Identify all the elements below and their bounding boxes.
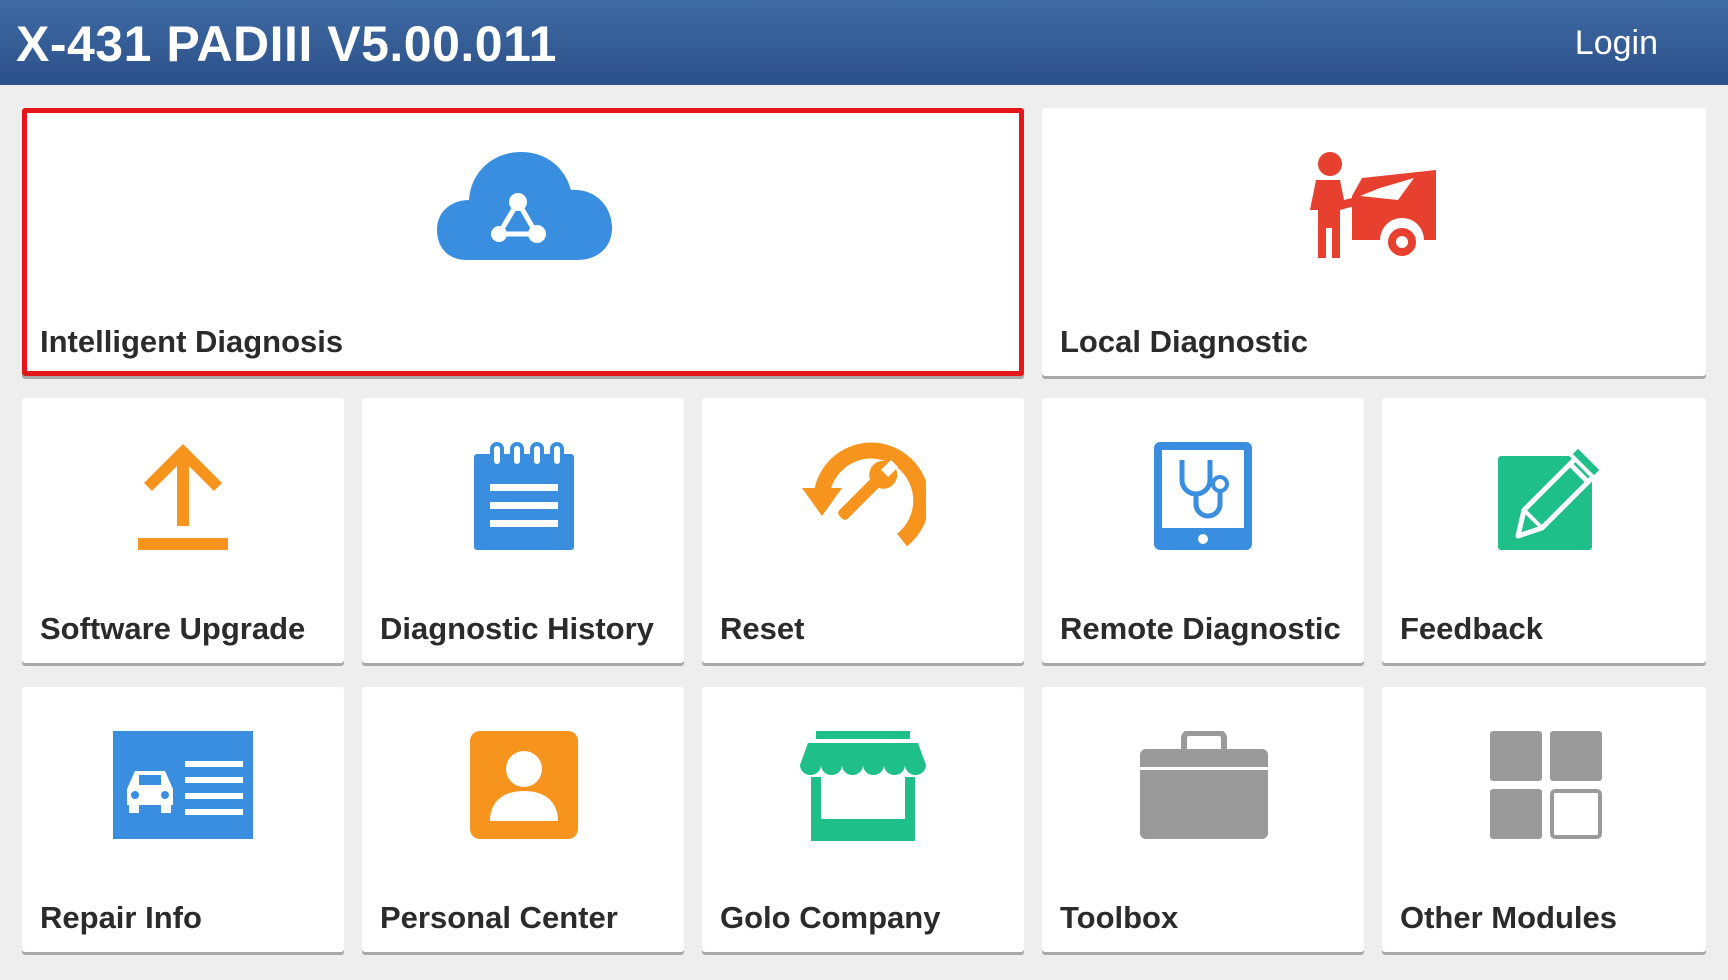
- tile-software-upgrade[interactable]: Software Upgrade: [22, 398, 344, 663]
- edit-pencil-icon: [1498, 443, 1602, 550]
- tile-label: Diagnostic History: [380, 611, 654, 646]
- cloud-diagnosis-icon: [437, 152, 612, 260]
- notepad-icon: [474, 442, 574, 550]
- tile-local-diagnostic[interactable]: Local Diagnostic: [1042, 108, 1706, 376]
- app-title: X-431 PADIII V5.00.011: [16, 16, 557, 72]
- person-icon: [470, 731, 578, 839]
- tablet-stethoscope-icon: [1154, 442, 1252, 550]
- tile-label: Local Diagnostic: [1060, 324, 1309, 359]
- tile-diagnostic-history[interactable]: Diagnostic History: [362, 398, 684, 663]
- tile-label: Remote Diagnostic: [1060, 611, 1341, 646]
- tile-repair-info[interactable]: Repair Info: [22, 687, 344, 952]
- tile-other-modules[interactable]: Other Modules: [1382, 687, 1706, 952]
- tile-label: Software Upgrade: [40, 611, 306, 646]
- tile-remote-diagnostic[interactable]: Remote Diagnostic: [1042, 398, 1364, 663]
- reset-wrench-icon: [802, 442, 926, 547]
- tile-toolbox[interactable]: Toolbox: [1042, 687, 1364, 952]
- tile-label: Repair Info: [40, 900, 202, 935]
- tile-personal-center[interactable]: Personal Center: [362, 687, 684, 952]
- tile-label: Personal Center: [380, 900, 618, 935]
- login-button[interactable]: Login: [1575, 24, 1658, 63]
- mechanic-car-icon: [1310, 152, 1436, 260]
- tile-label: Other Modules: [1400, 900, 1618, 935]
- upload-arrow-icon: [138, 444, 228, 550]
- modules-grid-icon: [1490, 731, 1602, 839]
- storefront-icon: [800, 731, 926, 841]
- toolbox-icon: [1140, 731, 1268, 839]
- tile-reset[interactable]: Reset: [702, 398, 1024, 663]
- tile-label: Feedback: [1400, 611, 1544, 646]
- tile-label: Toolbox: [1060, 900, 1179, 935]
- tile-label: Intelligent Diagnosis: [40, 324, 344, 359]
- tile-intelligent-diagnosis[interactable]: Intelligent Diagnosis: [22, 108, 1024, 376]
- app-header: X-431 PADIII V5.00.011 Login: [0, 0, 1728, 85]
- car-info-card-icon: [113, 731, 253, 839]
- tile-golo-company[interactable]: Golo Company: [702, 687, 1024, 952]
- tile-label: Reset: [720, 611, 805, 646]
- tile-feedback[interactable]: Feedback: [1382, 398, 1706, 663]
- tile-label: Golo Company: [720, 900, 941, 935]
